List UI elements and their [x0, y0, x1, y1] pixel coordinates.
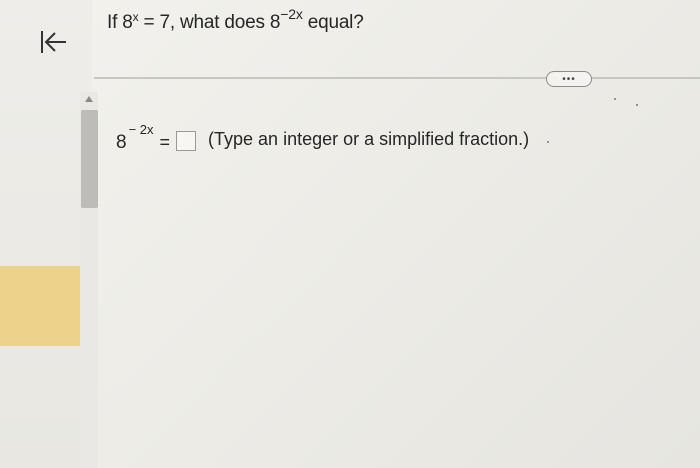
- divider: [94, 77, 700, 79]
- scroll-up-arrow-icon[interactable]: [85, 96, 93, 102]
- question-middle: = 7, what does 8: [138, 12, 281, 33]
- question-exponent-neg2x: −2x: [280, 6, 303, 22]
- question-text: If 8x = 7, what does 8−2x equal?: [107, 6, 364, 34]
- question-suffix: equal?: [302, 12, 364, 33]
- more-options-button[interactable]: •••: [546, 71, 592, 87]
- highlight-block: [0, 266, 92, 346]
- question-exponent-x: x: [132, 10, 139, 24]
- speck: [614, 98, 616, 100]
- back-to-start-arrow-icon: [41, 31, 66, 53]
- answer-input[interactable]: [176, 131, 197, 151]
- question-prefix: If 8: [107, 12, 133, 33]
- speck: [547, 141, 549, 143]
- equals-sign: =: [159, 132, 171, 152]
- answer-exponent: − 2x: [128, 122, 154, 137]
- answer-hint: (Type an integer or a simplified fractio…: [208, 129, 530, 149]
- speck: [636, 104, 638, 106]
- answer-base: 8: [116, 132, 127, 153]
- scrollbar-thumb[interactable]: [81, 110, 98, 208]
- answer-row: 8 − 2x = (Type an integer or a simplifie…: [116, 122, 529, 154]
- left-rail: [0, 0, 92, 468]
- back-to-start-button[interactable]: [34, 25, 74, 59]
